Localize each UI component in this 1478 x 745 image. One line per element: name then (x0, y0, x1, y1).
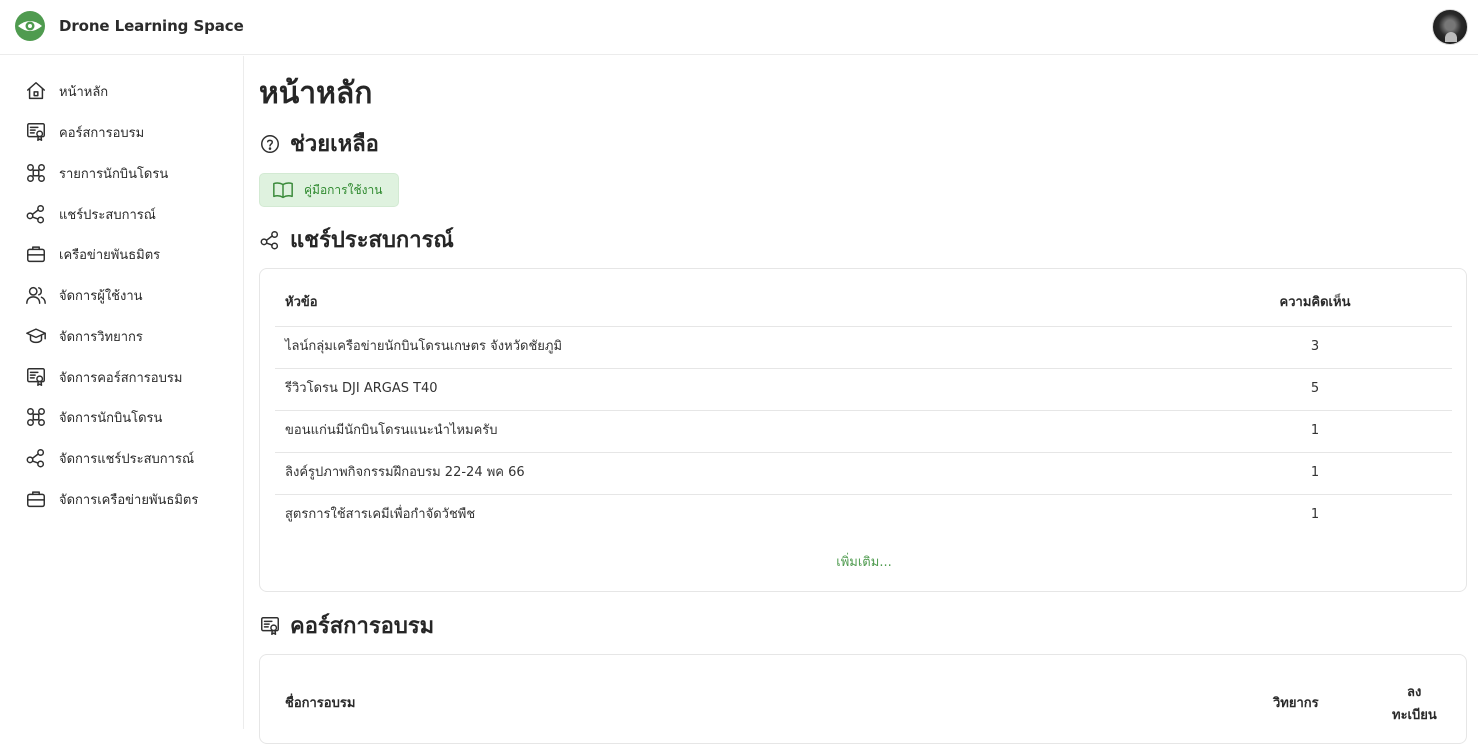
row-comment-count: 5 (1310, 381, 1320, 396)
sidebar-item-label: จัดการแชร์ประสบการณ์ (59, 451, 195, 467)
column-header-topic: หัวข้อ (285, 295, 318, 310)
column-header-instructor: วิทยากร (1273, 696, 1319, 711)
row-topic[interactable]: สูตรการใช้สารเคมีเพื่อกำจัดวัชพืช (285, 495, 475, 537)
briefcase-icon (24, 242, 48, 266)
sidebar-item-manage-instructors[interactable]: จัดการวิทยากร (24, 321, 143, 351)
sidebar-item-manage-courses[interactable]: จัดการคอร์สการอบรม (24, 362, 182, 392)
main-content: หน้าหลัก ช่วยเหลือ คู่มือการใช้งาน แชร์ป… (259, 56, 1467, 744)
sidebar-item-label: จัดการเครือข่ายพันธมิตร (59, 492, 199, 508)
table-header: หัวข้อ ความคิดเห็น (275, 289, 1452, 327)
drone-icon (24, 405, 48, 429)
user-manual-label: คู่มือการใช้งาน (304, 182, 383, 197)
row-topic[interactable]: ไลน์กลุ่มเครือข่ายนักบินโดรนเกษตร จังหวั… (285, 327, 562, 369)
graduation-cap-icon (24, 324, 48, 348)
table-row[interactable]: ลิงค์รูปภาพกิจกรรมฝึกอบรม 22-24 พค 66 1 (275, 453, 1452, 495)
sidebar-item-manage-users[interactable]: จัดการผู้ใช้งาน (24, 280, 143, 310)
column-header-register-line2: ทะเบียน (1392, 708, 1437, 723)
sidebar-item-manage-drone-pilots[interactable]: จัดการนักบินโดรน (24, 402, 162, 432)
sidebar-item-manage-share[interactable]: จัดการแชร์ประสบการณ์ (24, 443, 194, 473)
row-comment-count: 1 (1310, 465, 1320, 480)
share-icon (260, 230, 279, 249)
help-title: ช่วยเหลือ (290, 132, 379, 157)
drone-eye-logo-icon (15, 11, 45, 41)
certificate-icon (261, 616, 279, 635)
column-header-register-line1: ลง (1407, 685, 1422, 700)
courses-title: คอร์สการอบรม (290, 614, 435, 639)
table-row[interactable]: ขอนแก่นมีนักบินโดรนแนะนำไหมครับ 1 (275, 411, 1452, 453)
share-title: แชร์ประสบการณ์ (290, 228, 454, 253)
certificate-icon (24, 365, 48, 389)
row-comment-count: 1 (1310, 423, 1320, 438)
sidebar-item-manage-partners[interactable]: จัดการเครือข่ายพันธมิตร (24, 484, 198, 514)
more-link[interactable]: เพิ่มเติม... (260, 551, 1468, 572)
column-header-comments: ความคิดเห็น (1279, 295, 1351, 310)
table-row[interactable]: สูตรการใช้สารเคมีเพื่อกำจัดวัชพืช 1 (275, 495, 1452, 537)
briefcase-icon (24, 487, 48, 511)
book-open-icon (273, 182, 293, 199)
courses-table-card: ชื่อการอบรม วิทยากร ลง ทะเบียน (259, 654, 1467, 744)
table-row[interactable]: ไลน์กลุ่มเครือข่ายนักบินโดรนเกษตร จังหวั… (275, 327, 1452, 369)
sidebar-item-drone-pilots[interactable]: รายการนักบินโดรน (24, 158, 168, 188)
sidebar-item-label: จัดการคอร์สการอบรม (59, 370, 183, 386)
help-section-title: ช่วยเหลือ (259, 126, 379, 161)
courses-section-title: คอร์สการอบรม (259, 608, 434, 643)
certificate-icon (24, 120, 48, 144)
table-header: ชื่อการอบรม วิทยากร ลง ทะเบียน (275, 675, 1452, 745)
sidebar-item-partners[interactable]: เครือข่ายพันธมิตร (24, 239, 160, 269)
row-topic[interactable]: รีวิวโดรน DJI ARGAS T40 (285, 369, 438, 411)
table-row[interactable]: รีวิวโดรน DJI ARGAS T40 5 (275, 369, 1452, 411)
sidebar-item-label: รายการนักบินโดรน (59, 166, 169, 182)
user-manual-button[interactable]: คู่มือการใช้งาน (259, 173, 400, 207)
app-title: Drone Learning Space (59, 17, 244, 35)
column-header-course-name: ชื่อการอบรม (285, 696, 356, 711)
sidebar-item-label: หน้าหลัก (59, 84, 109, 100)
users-icon (24, 283, 48, 307)
brand[interactable]: Drone Learning Space (14, 10, 244, 42)
sidebar-item-label: คอร์สการอบรม (59, 125, 145, 141)
drone-icon (24, 161, 48, 185)
row-comment-count: 3 (1310, 339, 1320, 354)
share-table-card: หัวข้อ ความคิดเห็น ไลน์กลุ่มเครือข่ายนัก… (259, 268, 1467, 592)
row-topic[interactable]: ขอนแก่นมีนักบินโดรนแนะนำไหมครับ (285, 411, 498, 453)
sidebar: หน้าหลัก คอร์สการอบรม รายการนักบินโดรน แ… (0, 56, 244, 729)
sidebar-item-label: เครือข่ายพันธมิตร (59, 247, 161, 263)
top-bar: Drone Learning Space (0, 0, 1478, 55)
home-icon (24, 79, 48, 103)
sidebar-item-courses[interactable]: คอร์สการอบรม (24, 117, 144, 147)
row-topic[interactable]: ลิงค์รูปภาพกิจกรรมฝึกอบรม 22-24 พค 66 (285, 453, 525, 495)
row-comment-count: 1 (1310, 507, 1320, 522)
page-title: หน้าหลัก (259, 76, 373, 111)
share-icon (24, 202, 48, 226)
avatar[interactable] (1432, 9, 1468, 45)
sidebar-item-home[interactable]: หน้าหลัก (24, 76, 108, 106)
sidebar-item-label: จัดการวิทยากร (59, 329, 143, 345)
share-section-title: แชร์ประสบการณ์ (259, 222, 454, 257)
share-icon (24, 446, 48, 470)
help-circle-icon (261, 134, 279, 153)
sidebar-item-label: จัดการนักบินโดรน (59, 410, 163, 426)
sidebar-item-label: แชร์ประสบการณ์ (59, 207, 156, 223)
sidebar-item-share[interactable]: แชร์ประสบการณ์ (24, 199, 156, 229)
sidebar-item-label: จัดการผู้ใช้งาน (59, 288, 143, 304)
